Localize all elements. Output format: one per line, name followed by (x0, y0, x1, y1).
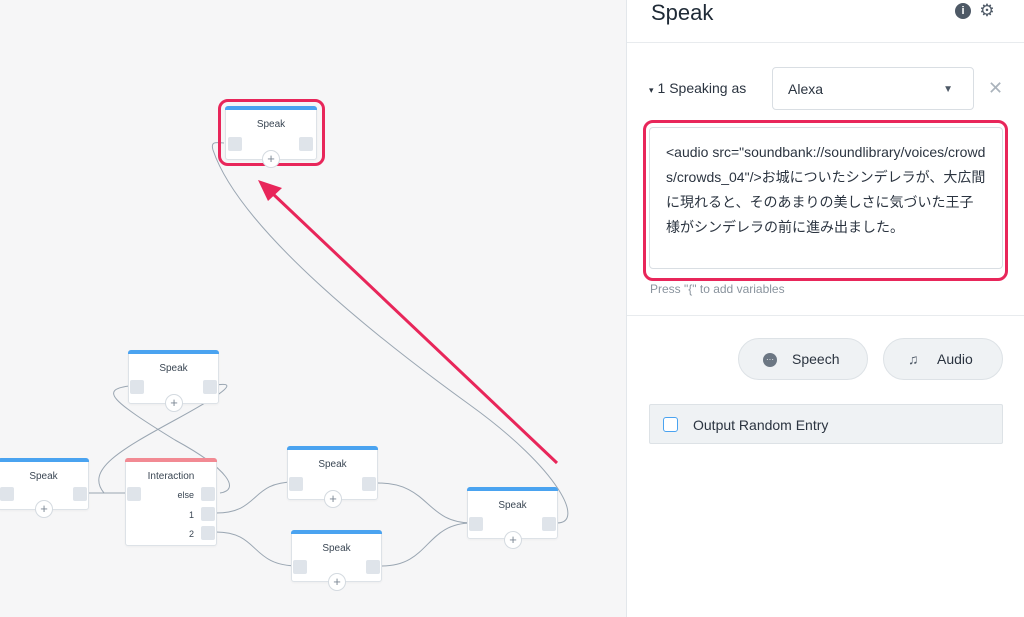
input-port[interactable] (293, 560, 307, 574)
voice-select-value: Alexa (788, 81, 824, 97)
audio-button-label: Audio (937, 351, 973, 367)
plus-icon[interactable]: + (262, 150, 280, 168)
output-port[interactable] (542, 517, 556, 531)
speak-node-right[interactable]: Speak + (467, 487, 558, 549)
input-port[interactable] (0, 487, 14, 501)
input-port[interactable] (127, 487, 141, 501)
input-port[interactable] (469, 517, 483, 531)
plus-icon[interactable]: + (504, 531, 522, 549)
branch-label-2: 2 (188, 529, 194, 539)
node-color-bar (287, 446, 378, 450)
node-color-bar (0, 458, 89, 462)
voice-select[interactable]: Alexa ▼ (772, 67, 974, 110)
speaking-as-label: 1 Speaking as (657, 80, 747, 96)
plus-icon[interactable]: + (165, 394, 183, 412)
branch-label-else: else (177, 490, 194, 500)
node-color-bar (125, 458, 217, 462)
interaction-node[interactable]: Interaction else 1 2 (125, 458, 217, 546)
output-random-entry-row[interactable]: Output Random Entry (649, 404, 1003, 444)
node-color-bar (467, 487, 558, 491)
dropdown-arrow-icon: ▼ (943, 84, 953, 95)
speak-node-left[interactable]: Speak + (0, 458, 89, 518)
input-port[interactable] (289, 477, 303, 491)
node-color-bar (225, 106, 317, 110)
input-port[interactable] (130, 380, 144, 394)
node-title: Speak (29, 471, 58, 482)
node-title: Speak (318, 459, 347, 470)
chevron-down-icon: ▾ (649, 85, 654, 95)
node-title: Speak (322, 543, 351, 554)
text-highlight-frame (643, 120, 1008, 281)
output-random-label: Output Random Entry (693, 417, 829, 433)
speak-node-top[interactable]: Speak + (225, 106, 317, 168)
close-icon[interactable]: ✕ (988, 78, 1003, 99)
output-port[interactable] (366, 560, 380, 574)
output-port[interactable] (73, 487, 87, 501)
checkbox-icon[interactable] (663, 417, 678, 432)
branch-port-else[interactable] (201, 487, 215, 501)
output-port[interactable] (203, 380, 217, 394)
add-speech-button[interactable]: ··· Speech (738, 338, 868, 380)
branch-port-1[interactable] (201, 507, 215, 521)
annotation-arrow-line (270, 191, 559, 465)
variables-hint: Press "{" to add variables (650, 282, 785, 296)
plus-icon[interactable]: + (324, 490, 342, 508)
node-title: Speak (159, 363, 188, 374)
editor-panel: Speak i ⚙ ▾ 1 Speaking as Alexa ▼ ✕ <audi… (626, 0, 1024, 617)
header-divider (627, 42, 1024, 43)
speech-icon: ··· (763, 353, 777, 367)
branch-port-2[interactable] (201, 526, 215, 540)
speaking-as-toggle[interactable]: ▾ 1 Speaking as (649, 80, 746, 96)
output-port[interactable] (362, 477, 376, 491)
flow-canvas[interactable]: Speak + Speak + Speak + Interaction else… (0, 0, 626, 617)
speech-button-label: Speech (792, 351, 840, 367)
output-port[interactable] (299, 137, 313, 151)
speak-node-upper[interactable]: Speak + (128, 350, 219, 412)
node-title: Interaction (147, 471, 195, 482)
plus-icon[interactable]: + (35, 500, 53, 518)
node-title: Speak (256, 119, 286, 130)
wire-right-to-top (211, 142, 569, 524)
gear-icon[interactable]: ⚙ (979, 2, 995, 19)
section-divider (627, 315, 1024, 316)
plus-icon[interactable]: + (328, 573, 346, 591)
node-title: Speak (498, 500, 527, 511)
panel-title: Speak (651, 0, 714, 25)
branch-label-1: 1 (188, 510, 194, 520)
music-note-icon: ♫ (908, 351, 919, 367)
node-color-bar (128, 350, 219, 354)
speak-node-mid[interactable]: Speak + (287, 446, 378, 508)
wire-branch1-to-mid (215, 481, 295, 514)
wire-low-to-right (381, 522, 473, 567)
node-color-bar (291, 530, 382, 534)
info-icon[interactable]: i (955, 3, 971, 19)
wire-mid-to-right (377, 482, 473, 524)
wire-branch2-to-low (215, 531, 299, 567)
speak-node-low[interactable]: Speak + (291, 530, 382, 591)
add-audio-button[interactable]: ♫ Audio (883, 338, 1003, 380)
input-port[interactable] (228, 137, 242, 151)
